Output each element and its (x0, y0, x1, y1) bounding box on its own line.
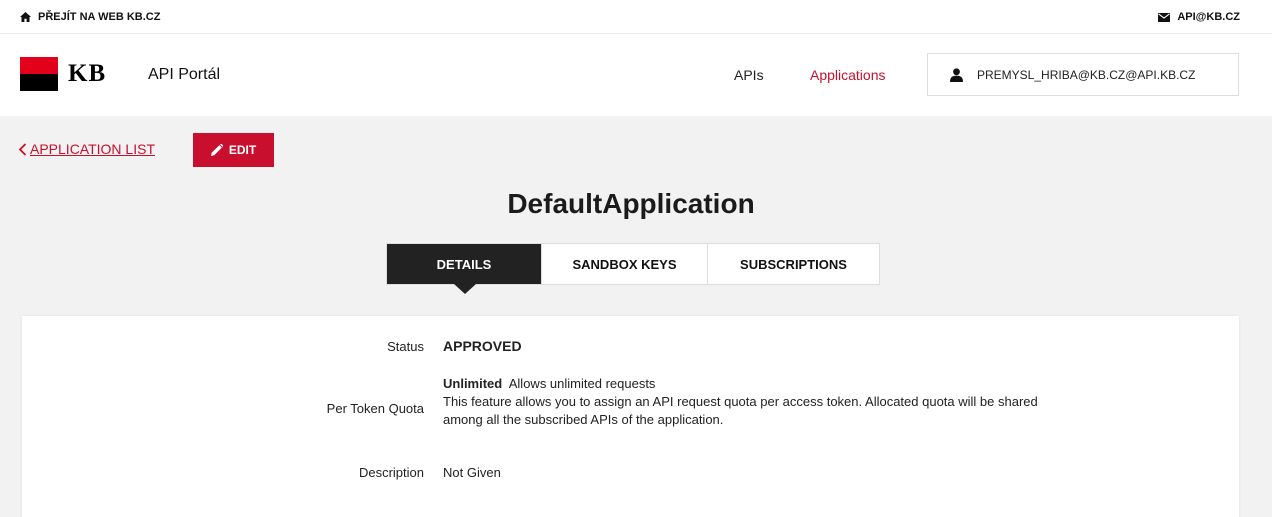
edit-button[interactable]: EDIT (193, 133, 274, 167)
kb-website-link[interactable]: PŘEJÍT NA WEB KB.CZ (20, 11, 160, 23)
contact-email-link[interactable]: API@KB.CZ (1158, 11, 1240, 23)
description-value: Not Given (443, 465, 501, 480)
user-icon (950, 67, 963, 82)
kb-logo[interactable]: KB (20, 57, 106, 91)
status-value: APPROVED (443, 338, 522, 354)
application-list-label: APPLICATION LIST (30, 141, 155, 157)
quota-label: Per Token Quota (326, 401, 424, 416)
tab-subscriptions[interactable]: SUBSCRIPTIONS (708, 244, 879, 284)
user-account-button[interactable]: PREMYSL_HRIBA@KB.CZ@API.KB.CZ (927, 53, 1239, 96)
quota-value: Unlimited Allows unlimited requests This… (443, 375, 1063, 429)
nav-apis[interactable]: APIs (734, 67, 764, 83)
quota-summary: Unlimited Allows unlimited requests (443, 375, 1063, 393)
home-icon (20, 12, 31, 22)
details-panel: Status APPROVED Per Token Quota Unlimite… (22, 316, 1239, 517)
nav-applications[interactable]: Applications (810, 67, 886, 83)
edit-button-label: EDIT (228, 143, 257, 157)
quota-name: Unlimited (443, 376, 503, 391)
site-header: KB API Portál APIs Applications PREMYSL_… (0, 34, 1272, 116)
kb-logo-text: KB (68, 60, 107, 87)
application-list-link[interactable]: APPLICATION LIST (18, 141, 155, 157)
tab-sandbox-keys[interactable]: SANDBOX KEYS (542, 244, 708, 284)
chevron-left-icon (18, 142, 27, 156)
pencil-icon (210, 144, 223, 156)
contact-email-label: API@KB.CZ (1177, 11, 1240, 23)
top-utility-bar: PŘEJÍT NA WEB KB.CZ API@KB.CZ (0, 0, 1272, 34)
quota-short-description: Allows unlimited requests (508, 376, 656, 391)
mail-icon (1158, 12, 1171, 22)
description-label: Description (358, 465, 424, 480)
kb-website-link-label: PŘEJÍT NA WEB KB.CZ (38, 11, 161, 23)
application-title: DefaultApplication (507, 188, 755, 219)
tab-details[interactable]: DETAILS (387, 244, 542, 294)
main-content: APPLICATION LIST EDIT DefaultApplication… (0, 116, 1272, 517)
kb-logo-mark (20, 57, 58, 91)
user-email: PREMYSL_HRIBA@KB.CZ@API.KB.CZ (977, 67, 1196, 82)
application-tabs: DETAILS SANDBOX KEYS SUBSCRIPTIONS (386, 243, 880, 294)
quota-description: This feature allows you to assign an API… (443, 394, 1038, 427)
portal-name: API Portál (148, 66, 221, 83)
status-label: Status (387, 339, 424, 354)
